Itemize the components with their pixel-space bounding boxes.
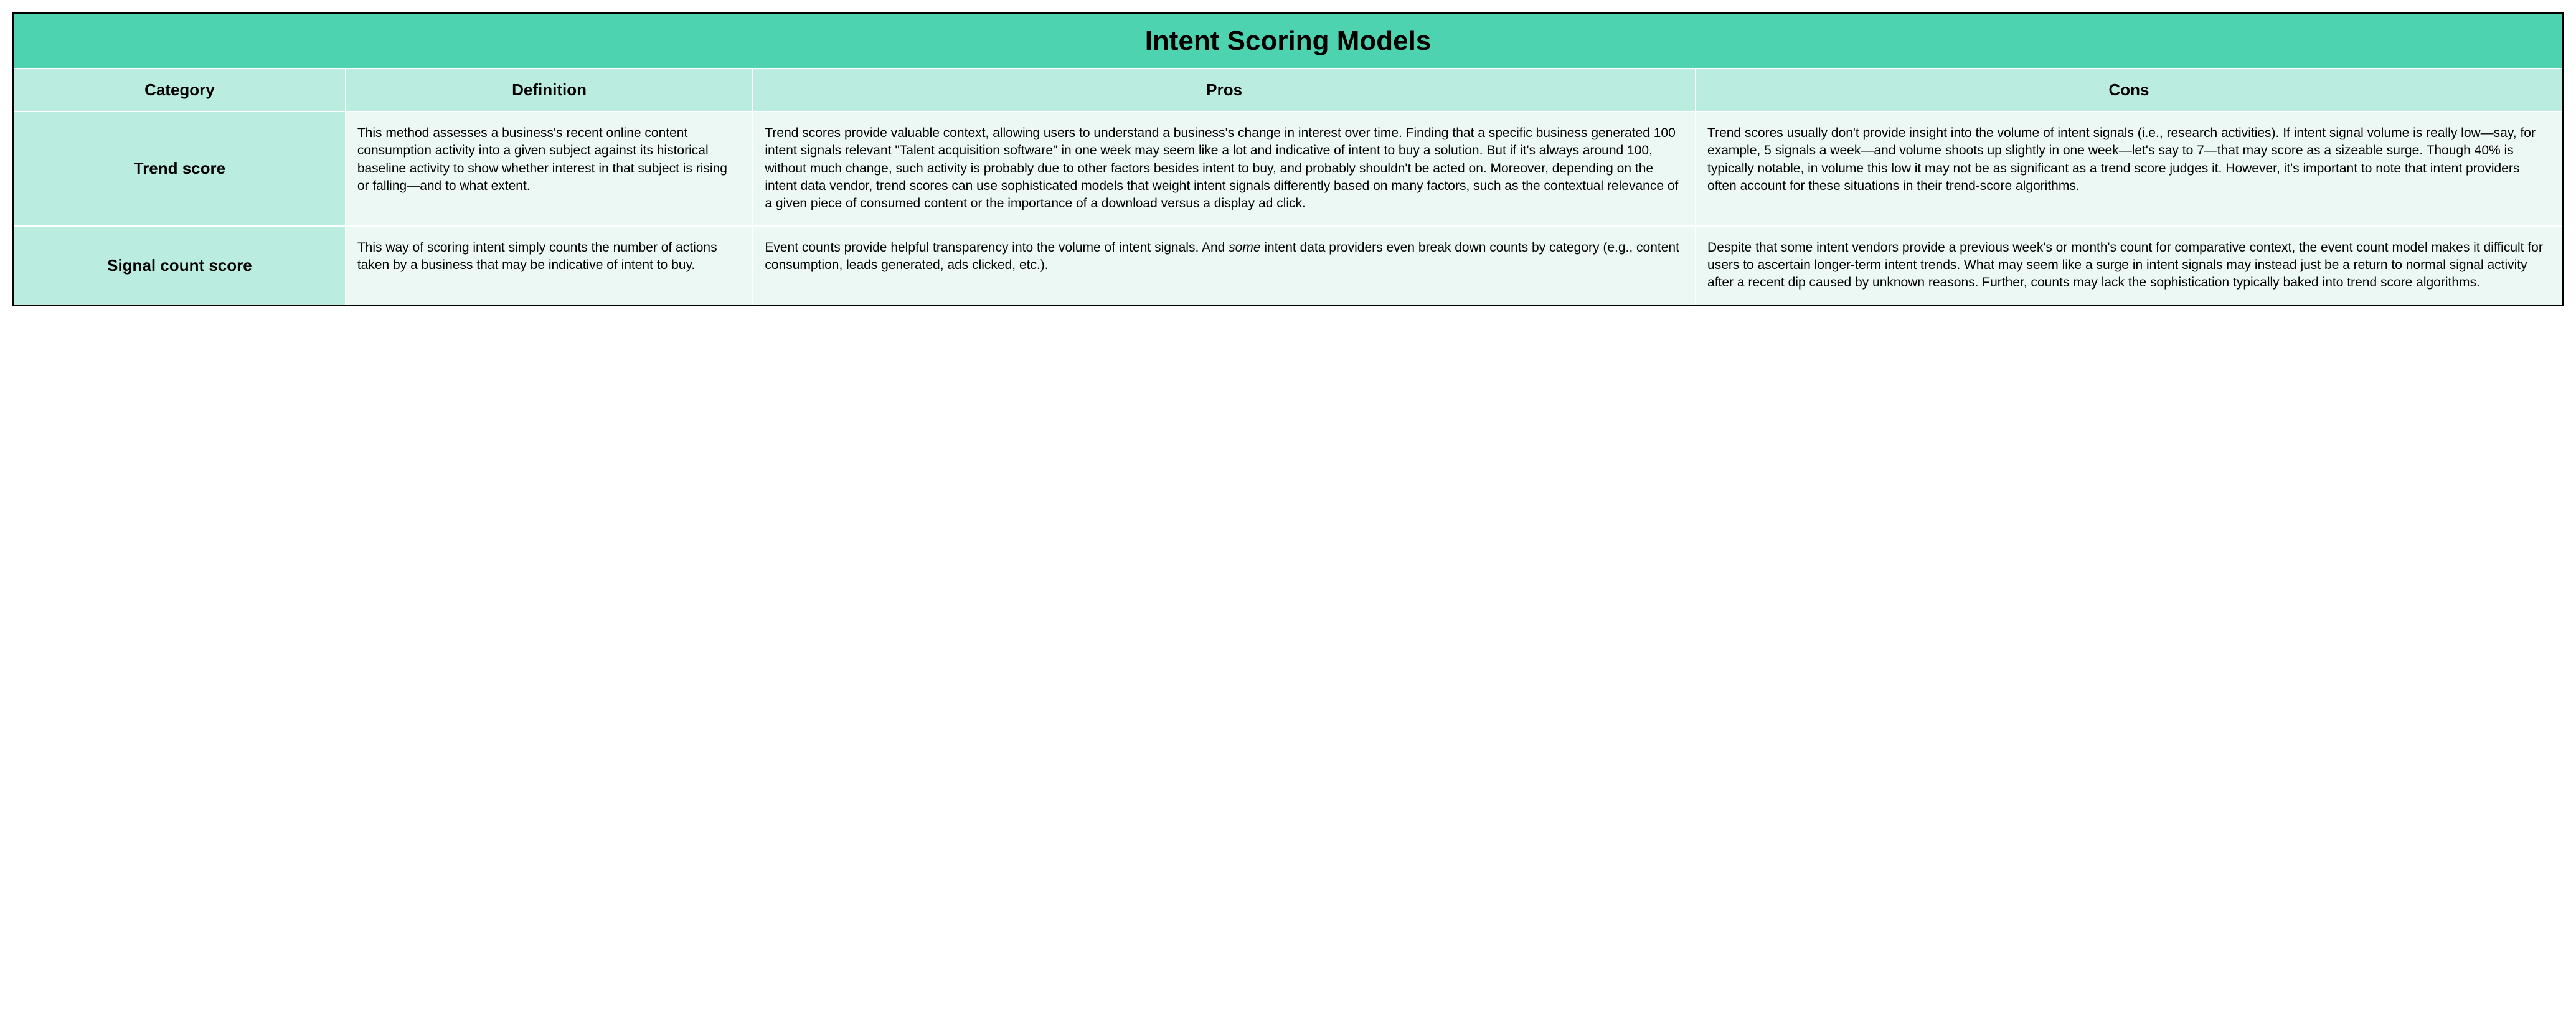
col-header-category: Category: [14, 68, 346, 111]
cell-definition: This method assesses a business's recent…: [346, 111, 753, 226]
table-header-row: Category Definition Pros Cons: [14, 68, 2562, 111]
cell-definition: This way of scoring intent simply counts…: [346, 226, 753, 304]
pros-text-em: some: [1229, 240, 1260, 255]
intent-scoring-table: Intent Scoring Models Category Definitio…: [12, 12, 2564, 306]
cell-category: Trend score: [14, 111, 346, 226]
table-row: Signal count score This way of scoring i…: [14, 226, 2562, 304]
col-header-cons: Cons: [1696, 68, 2562, 111]
cell-cons: Trend scores usually don't provide insig…: [1696, 111, 2562, 226]
table-row: Trend score This method assesses a busin…: [14, 111, 2562, 226]
cell-pros: Trend scores provide valuable context, a…: [753, 111, 1696, 226]
table: Intent Scoring Models Category Definitio…: [14, 14, 2562, 304]
col-header-definition: Definition: [346, 68, 753, 111]
pros-text-pre: Event counts provide helpful transparenc…: [765, 240, 1229, 255]
col-header-pros: Pros: [753, 68, 1696, 111]
cell-cons: Despite that some intent vendors provide…: [1696, 226, 2562, 304]
cell-category: Signal count score: [14, 226, 346, 304]
cell-pros: Event counts provide helpful transparenc…: [753, 226, 1696, 304]
table-title: Intent Scoring Models: [14, 14, 2562, 68]
